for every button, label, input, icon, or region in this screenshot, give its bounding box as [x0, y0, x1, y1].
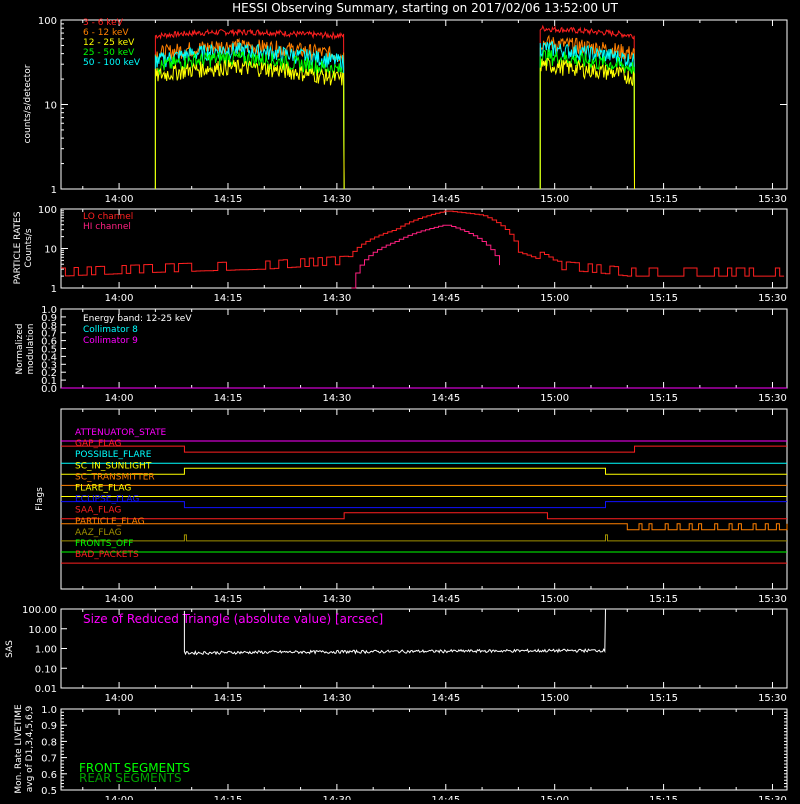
- modulation-ylabel-1: Normalized: [15, 323, 25, 374]
- modulation-frame-xtick-label: 15:30: [758, 393, 787, 404]
- lightcurve-frame-xtick-label: 15:15: [649, 194, 678, 205]
- lightcurve-legend-item: 6 - 12 keV: [83, 28, 129, 38]
- particle-ylabel-1: PARTICLE RATES: [13, 211, 23, 284]
- sas-ytick-label: 0.10: [35, 664, 57, 675]
- sas-frame-xtick-label: 14:30: [322, 693, 351, 704]
- flags-frame-xtick-label: 14:15: [214, 594, 243, 605]
- sas-ytick-label: 1.00: [35, 645, 57, 656]
- sas-ytick-label: 10.00: [28, 625, 57, 636]
- livetime-ytick-label: 0.8: [41, 737, 57, 748]
- flag-label-11: FRONTS_OFF: [75, 539, 133, 549]
- flag-label-3: POSSIBLE_FLARE: [75, 450, 152, 460]
- flags-frame-xtick-label: 14:30: [322, 594, 351, 605]
- livetime-frame-xtick-label: 14:30: [322, 795, 351, 800]
- sas-frame-xtick-label: 14:00: [105, 693, 134, 704]
- hessi-summary-chart: HESSI Observing Summary, starting on 201…: [0, 0, 800, 804]
- flags-frame-xtick-label: 14:45: [431, 594, 460, 605]
- flag-label-12: BAD_PACKETS: [75, 550, 139, 560]
- modulation-legend-item: Collimator 8: [83, 325, 138, 335]
- flags-frame-xtick-label: 15:00: [540, 594, 569, 605]
- lightcurve-ytick-label: 100: [38, 16, 57, 27]
- sas-ylabel: SAS: [5, 640, 15, 658]
- lightcurve-legend-item: 3 - 6 keV: [83, 18, 124, 28]
- particle-ytick-label: 100: [38, 205, 57, 216]
- flag-label-9: PARTICLE_FLAG: [75, 517, 145, 527]
- modulation-legend-item: Energy band: 12-25 keV: [83, 314, 192, 324]
- particle-frame-xtick-label: 15:15: [649, 293, 678, 304]
- particle-ytick-label: 10: [44, 245, 57, 256]
- flags-frame-xtick-label: 14:00: [105, 594, 134, 605]
- particle-legend-item: LO channel: [83, 212, 133, 222]
- sas-frame-xtick-label: 14:45: [431, 693, 460, 704]
- particle-ylabel-2: Counts/s: [24, 228, 34, 267]
- sas-ytick-label: 0.01: [35, 684, 57, 695]
- livetime-ytick-label: 0.6: [41, 770, 57, 781]
- sas-frame-xtick-label: 15:15: [649, 693, 678, 704]
- lightcurve-ytick-label: 10: [44, 101, 57, 112]
- lightcurve-frame-xtick-label: 14:45: [431, 194, 460, 205]
- lightcurve-frame-xtick-label: 14:15: [214, 194, 243, 205]
- livetime-ylabel-2: avg of D1,3,4,5,6,9: [25, 705, 35, 792]
- particle-frame-xtick-label: 14:45: [431, 293, 460, 304]
- livetime-frame-xtick-label: 15:00: [540, 795, 569, 800]
- modulation-frame-xtick-label: 14:45: [431, 393, 460, 404]
- livetime-frame-xtick-label: 14:00: [105, 795, 134, 800]
- particle-legend-item: HI channel: [83, 222, 131, 232]
- flags-frame-xtick-label: 15:15: [649, 594, 678, 605]
- modulation-frame-xtick-label: 14:30: [322, 393, 351, 404]
- modulation-legend-item: Collimator 9: [83, 336, 138, 346]
- lightcurve-frame-xtick-label: 15:30: [758, 194, 787, 205]
- sas-ytick-label: 100.00: [22, 605, 57, 616]
- sas-frame-xtick-label: 15:00: [540, 693, 569, 704]
- lightcurve-legend-item: 50 - 100 keV: [83, 58, 141, 68]
- flag-label-7: ECLIPSE_FLAG: [75, 495, 139, 505]
- livetime-legend-item: REAR SEGMENTS: [79, 771, 182, 785]
- sas-annotation: Size of Reduced Triangle (absolute value…: [83, 612, 383, 626]
- livetime-frame-xtick-label: 15:30: [758, 795, 787, 800]
- particle-frame-xtick-label: 15:30: [758, 293, 787, 304]
- flag-label-5: SC_TRANSMITTER: [75, 472, 155, 482]
- lightcurve-frame-xtick-label: 14:00: [105, 194, 134, 205]
- livetime-ylabel-1: Mon. Rate LIVETIME: [14, 704, 24, 794]
- particle-frame-xtick-label: 14:00: [105, 293, 134, 304]
- chart-title: HESSI Observing Summary, starting on 201…: [232, 1, 618, 15]
- flag-label-2: GAP_FLAG: [75, 439, 121, 449]
- livetime-ytick-label: 0.5: [41, 786, 57, 797]
- modulation-frame-xtick-label: 15:00: [540, 393, 569, 404]
- modulation-frame-xtick-label: 14:00: [105, 393, 134, 404]
- lightcurve-frame-xtick-label: 14:30: [322, 194, 351, 205]
- flags-ylabel: Flags: [35, 487, 45, 511]
- flag-label-10: AAZ_FLAG: [75, 528, 122, 538]
- particle-frame-xtick-label: 15:00: [540, 293, 569, 304]
- flag-label-6: FLARE_FLAG: [75, 484, 131, 494]
- particle-frame-xtick-label: 14:15: [214, 293, 243, 304]
- particle-ytick-label: 1: [51, 284, 57, 295]
- modulation-ylabel-2: modulation: [26, 324, 36, 375]
- particle-frame-xtick-label: 14:30: [322, 293, 351, 304]
- flags-frame-xtick-label: 15:30: [758, 594, 787, 605]
- livetime-ytick-label: 1.0: [41, 705, 57, 716]
- livetime-frame-xtick-label: 14:15: [214, 795, 243, 800]
- livetime-ytick-label: 0.7: [41, 754, 57, 765]
- lightcurve-ytick-label: 1: [51, 185, 57, 196]
- livetime-ytick-label: 0.9: [41, 721, 57, 732]
- lightcurve-ylabel: counts/s/detector: [23, 64, 33, 143]
- sas-frame-xtick-label: 15:30: [758, 693, 787, 704]
- modulation-frame-xtick-label: 15:15: [649, 393, 678, 404]
- livetime-frame-xtick-label: 14:45: [431, 795, 460, 800]
- flag-label-8: SAA_FLAG: [75, 506, 121, 516]
- modulation-ytick-label: 0.0: [41, 384, 57, 395]
- lightcurve-legend-item: 25 - 50 keV: [83, 48, 135, 58]
- lightcurve-legend-item: 12 - 25 keV: [83, 38, 135, 48]
- lightcurve-frame-xtick-label: 15:00: [540, 194, 569, 205]
- flag-label-1: ATTENUATOR_STATE: [75, 428, 167, 438]
- livetime-frame-xtick-label: 15:15: [649, 795, 678, 800]
- flag-label-4: SC_IN_SUNLIGHT: [75, 461, 152, 471]
- modulation-frame-xtick-label: 14:15: [214, 393, 243, 404]
- sas-frame-xtick-label: 14:15: [214, 693, 243, 704]
